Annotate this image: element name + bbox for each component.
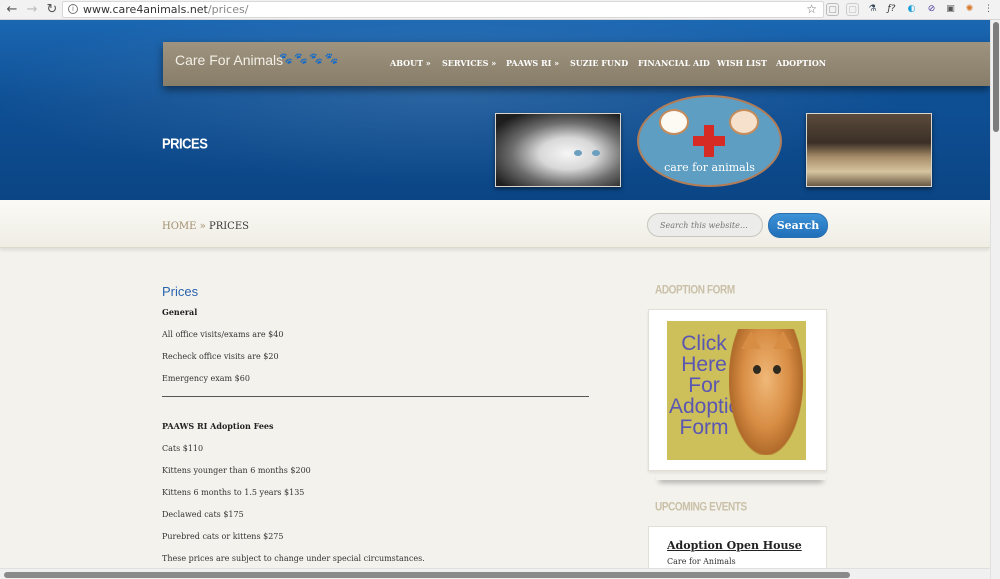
nav-suzie-fund[interactable]: SUZIE FUND [570, 58, 628, 68]
back-arrow-icon[interactable]: ← [4, 2, 20, 18]
care-for-animals-badge: care for animals [637, 95, 782, 187]
vertical-scrollbar[interactable] [990, 20, 1000, 579]
horizontal-scroll-thumb[interactable] [4, 572, 850, 578]
price-item: All office visits/exams are $40 [162, 330, 284, 339]
price-item: Kittens 6 months to 1.5 years $135 [162, 488, 305, 497]
price-item: Recheck office visits are $20 [162, 352, 279, 361]
cast-icon[interactable]: ▣ [944, 3, 957, 16]
breadcrumb-separator: » [199, 221, 206, 232]
price-item: Emergency exam $60 [162, 374, 250, 383]
block-icon[interactable]: ⊘ [925, 3, 938, 16]
adoption-form-heading: ADOPTION FORM [655, 284, 735, 297]
forward-arrow-icon[interactable]: → [24, 2, 40, 18]
section-divider [162, 396, 589, 397]
price-item: Cats $110 [162, 444, 204, 453]
kitten-image [729, 329, 803, 455]
extension-icon[interactable]: ▢ [846, 3, 859, 16]
paw-prints-icon: 🐾 🐾 🐾 🐾 [279, 52, 338, 65]
adoption-fees-heading: PAAWS RI Adoption Fees [162, 421, 274, 431]
price-item: Declawed cats $175 [162, 510, 244, 519]
cat-face-icon [729, 109, 759, 135]
search-input[interactable] [647, 213, 763, 237]
dog-and-cat-photo [806, 113, 932, 187]
breadcrumb: HOME » PRICES [162, 221, 249, 232]
formula-icon[interactable]: ƒ? [885, 3, 898, 16]
main-nav: Care For Animals 🐾 🐾 🐾 🐾 ABOUT » SERVICE… [163, 42, 990, 86]
site-info-icon[interactable]: i [68, 4, 78, 14]
extension-icon[interactable]: ⚗ [866, 3, 879, 16]
general-heading: General [162, 307, 198, 317]
extension-icon[interactable]: ▢ [826, 3, 839, 16]
price-item: Kittens younger than 6 months $200 [162, 466, 311, 475]
bookmark-star-icon[interactable]: ☆ [806, 2, 817, 17]
extension-icon[interactable]: ◐ [905, 3, 918, 16]
site-logo[interactable]: Care For Animals [175, 52, 283, 68]
search-button[interactable]: Search [768, 213, 828, 238]
horizontal-scrollbar[interactable] [0, 568, 990, 579]
badge-text: care for animals [664, 161, 755, 174]
extension-icon[interactable]: ✺ [963, 3, 976, 16]
nav-services[interactable]: SERVICES » [442, 58, 496, 68]
breadcrumb-search-bar: HOME » PRICES Search [0, 200, 990, 248]
nav-paaws-ri[interactable]: PAAWS RI » [506, 58, 559, 68]
adoption-form-widget: Click Here For Adoption Form [648, 309, 827, 471]
vertical-scroll-thumb[interactable] [993, 22, 999, 132]
breadcrumb-home-link[interactable]: HOME [162, 221, 196, 232]
adoption-form-image-link[interactable]: Click Here For Adoption Form [667, 321, 806, 460]
upcoming-events-widget: Adoption Open House Care for Animals [648, 526, 827, 571]
price-item: Purebred cats or kittens $275 [162, 532, 284, 541]
content-title: Prices [162, 284, 199, 299]
white-cat-photo [495, 113, 621, 187]
event-organizer: Care for Animals [667, 557, 736, 566]
more-vertical-icon[interactable]: ⋮ [982, 3, 995, 16]
nav-about[interactable]: ABOUT » [390, 58, 431, 68]
nav-adoption[interactable]: ADOPTION [776, 58, 826, 68]
reload-icon[interactable]: ↻ [44, 2, 60, 18]
price-note: These prices are subject to change under… [162, 554, 425, 563]
nav-wish-list[interactable]: WISH LIST [717, 58, 767, 68]
nav-financial-aid[interactable]: FINANCIAL AID [638, 58, 710, 68]
address-bar[interactable]: i www.care4animals.net/prices/ ☆ [62, 1, 824, 18]
event-title-link[interactable]: Adoption Open House [667, 539, 802, 552]
dog-face-icon [659, 109, 689, 135]
url-path: /prices/ [207, 3, 249, 16]
main-content: Prices General All office visits/exams a… [162, 284, 592, 576]
upcoming-events-heading: UPCOMING EVENTS [655, 501, 747, 514]
page-heading: PRICES [162, 134, 208, 153]
browser-toolbar: ← → ↻ i www.care4animals.net/prices/ ☆ ▢… [0, 0, 1000, 20]
url-host: www.care4animals.net [83, 3, 208, 16]
breadcrumb-current: PRICES [208, 221, 249, 232]
